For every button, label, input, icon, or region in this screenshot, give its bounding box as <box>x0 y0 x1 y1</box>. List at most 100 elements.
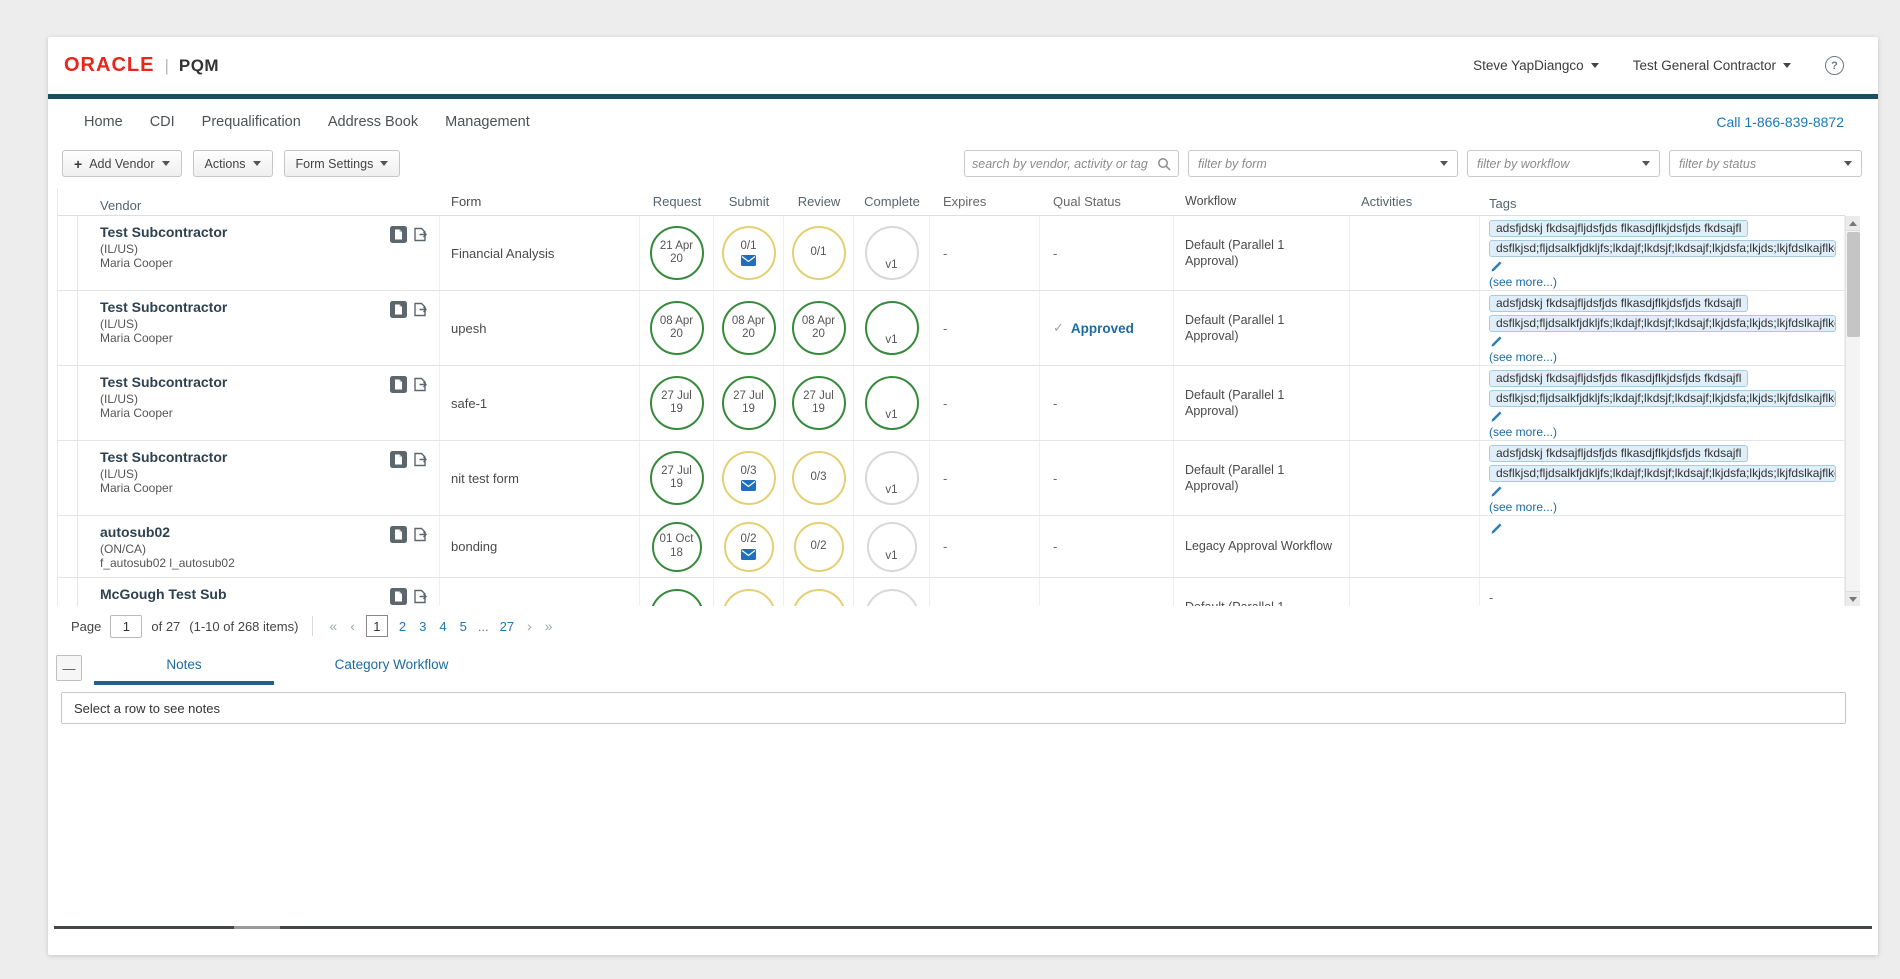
next-page-button[interactable]: › <box>525 618 534 634</box>
review-status-circle[interactable]: 0/3 <box>792 451 846 505</box>
submit-status-circle[interactable]: 0/2 <box>724 522 774 572</box>
complete-status-circle[interactable]: v1 <box>865 376 919 430</box>
table-row[interactable]: Test Subcontractor(IL/US)Maria Cooperupe… <box>58 291 1845 366</box>
pdf-export-icon[interactable] <box>390 226 407 243</box>
export-form-icon[interactable] <box>412 588 429 605</box>
complete-status-circle[interactable]: v1 <box>865 301 919 355</box>
col-header-vendor[interactable]: Vendor <box>78 188 440 215</box>
request-status-circle[interactable]: 27 Jul19 <box>650 451 704 505</box>
last-page-button[interactable]: » <box>543 618 555 634</box>
see-more-link[interactable]: (see more...) <box>1489 500 1557 514</box>
see-more-link[interactable]: (see more...) <box>1489 425 1557 439</box>
submit-status-circle[interactable]: 27 Jul19 <box>722 376 776 430</box>
export-form-icon[interactable] <box>412 451 429 468</box>
request-status-circle[interactable]: 08 Apr20 <box>650 301 704 355</box>
row-selector[interactable] <box>58 291 78 365</box>
page-link-3[interactable]: 3 <box>417 619 428 634</box>
col-header-tags[interactable]: Tags <box>1480 188 1845 215</box>
vendor-name[interactable]: autosub02 <box>100 524 390 542</box>
page-link-last[interactable]: 27 <box>498 619 516 634</box>
row-selector[interactable] <box>58 441 78 515</box>
export-form-icon[interactable] <box>412 526 429 543</box>
col-header-request[interactable]: Request <box>640 188 714 215</box>
scrollbar-down-button[interactable] <box>1846 591 1860 606</box>
edit-tags-icon[interactable] <box>1490 410 1836 423</box>
scrollbar-up-button[interactable] <box>1846 216 1860 231</box>
col-header-complete[interactable]: Complete <box>854 188 930 215</box>
qual-status-value[interactable]: Approved <box>1071 321 1134 336</box>
col-header-review[interactable]: Review <box>784 188 854 215</box>
search-icon[interactable] <box>1157 157 1171 171</box>
page-link-5[interactable]: 5 <box>458 619 469 634</box>
review-status-circle[interactable]: 0/1 <box>792 226 846 280</box>
submit-status-circle[interactable]: 08 Apr20 <box>722 301 776 355</box>
pdf-export-icon[interactable] <box>390 526 407 543</box>
vendor-name[interactable]: Test Subcontractor <box>100 224 390 242</box>
col-header-form[interactable]: Form <box>440 188 640 215</box>
pdf-export-icon[interactable] <box>390 451 407 468</box>
pdf-export-icon[interactable] <box>390 301 407 318</box>
table-row[interactable]: Test Subcontractor(IL/US)Maria Coopersaf… <box>58 366 1845 441</box>
user-menu[interactable]: Steve YapDiangco <box>1473 58 1599 73</box>
table-row[interactable]: Test Subcontractor(IL/US)Maria Coopernit… <box>58 441 1845 516</box>
nav-management[interactable]: Management <box>445 114 530 130</box>
vendor-name[interactable]: Test Subcontractor <box>100 374 390 392</box>
filter-by-form-select[interactable]: filter by form <box>1188 150 1458 177</box>
col-header-workflow[interactable]: Workflow <box>1174 188 1350 215</box>
export-form-icon[interactable] <box>412 226 429 243</box>
col-header-expires[interactable]: Expires <box>930 188 1040 215</box>
first-page-button[interactable]: « <box>327 618 339 634</box>
complete-status-circle[interactable]: v1 <box>867 522 917 572</box>
export-form-icon[interactable] <box>412 376 429 393</box>
edit-tags-icon[interactable] <box>1490 335 1836 348</box>
complete-status-circle[interactable]: v1 <box>865 451 919 505</box>
nav-address-book[interactable]: Address Book <box>328 114 418 130</box>
see-more-link[interactable]: (see more...) <box>1489 350 1557 364</box>
row-selector[interactable] <box>58 578 78 606</box>
search-input[interactable] <box>972 157 1157 171</box>
complete-status-circle[interactable]: v1 <box>865 226 919 280</box>
page-link-current[interactable]: 1 <box>366 615 388 637</box>
nav-home[interactable]: Home <box>84 114 123 130</box>
col-header-activities[interactable]: Activities <box>1350 188 1480 215</box>
table-row[interactable]: Test Subcontractor(IL/US)Maria CooperFin… <box>58 216 1845 291</box>
tab-category-workflow[interactable]: Category Workflow <box>274 657 509 685</box>
request-status-circle[interactable]: 21 Apr20 <box>650 226 704 280</box>
add-vendor-button[interactable]: + Add Vendor <box>62 150 182 177</box>
prev-page-button[interactable]: ‹ <box>348 618 357 634</box>
review-status-circle[interactable]: 08 Apr20 <box>792 301 846 355</box>
request-status-circle[interactable]: 31 Aug <box>650 589 704 607</box>
see-more-link[interactable]: (see more...) <box>1489 275 1557 289</box>
help-icon[interactable]: ? <box>1825 56 1844 75</box>
edit-tags-icon[interactable] <box>1490 485 1836 498</box>
pdf-export-icon[interactable] <box>390 376 407 393</box>
nav-prequalification[interactable]: Prequalification <box>202 114 301 130</box>
row-selector[interactable] <box>58 216 78 290</box>
nav-cdi[interactable]: CDI <box>150 114 175 130</box>
filter-by-status-select[interactable]: filter by status <box>1669 150 1862 177</box>
table-row[interactable]: autosub02(ON/CA)f_autosub02 l_autosub02b… <box>58 516 1845 578</box>
row-selector[interactable] <box>58 516 78 577</box>
actions-button[interactable]: Actions <box>193 150 273 177</box>
edit-tags-icon[interactable] <box>1490 522 1836 535</box>
submit-status-circle[interactable]: 0/1 <box>722 226 776 280</box>
review-status-circle[interactable]: 0/3 <box>792 589 846 607</box>
splitter-handle[interactable] <box>234 926 280 929</box>
scrollbar-thumb[interactable] <box>1847 232 1860 337</box>
request-status-circle[interactable]: 27 Jul19 <box>650 376 704 430</box>
tab-notes[interactable]: Notes <box>94 657 274 685</box>
edit-tags-icon[interactable] <box>1490 260 1836 273</box>
filter-by-workflow-select[interactable]: filter by workflow <box>1467 150 1660 177</box>
col-header-submit[interactable]: Submit <box>714 188 784 215</box>
page-link-2[interactable]: 2 <box>397 619 408 634</box>
form-settings-button[interactable]: Form Settings <box>284 150 401 177</box>
page-number-input[interactable] <box>110 615 142 638</box>
col-header-qual-status[interactable]: Qual Status <box>1040 188 1174 215</box>
review-status-circle[interactable]: 0/2 <box>794 522 844 572</box>
request-status-circle[interactable]: 01 Oct18 <box>652 522 702 572</box>
row-selector[interactable] <box>58 366 78 440</box>
table-scrollbar[interactable] <box>1845 216 1860 606</box>
call-phone-link[interactable]: Call 1-866-839-8872 <box>1716 114 1878 130</box>
export-form-icon[interactable] <box>412 301 429 318</box>
vendor-name[interactable]: Test Subcontractor <box>100 449 390 467</box>
